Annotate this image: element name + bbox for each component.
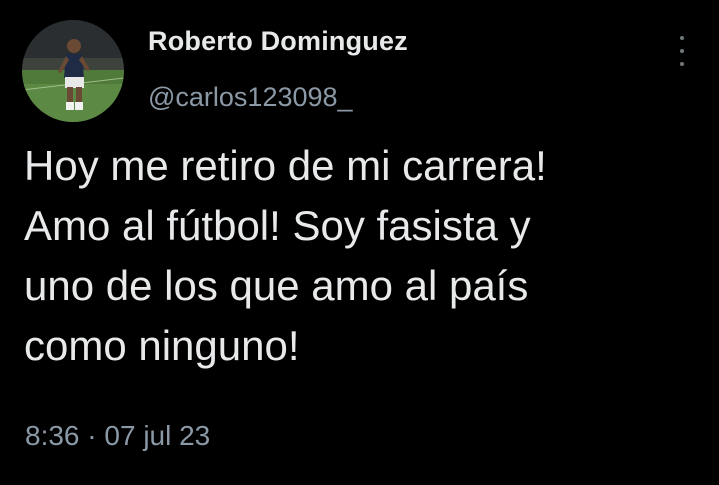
more-dot <box>680 62 684 66</box>
user-handle[interactable]: @carlos123098_ <box>148 82 353 113</box>
tweet-time: 8:36 <box>25 420 80 451</box>
tweet-text: Hoy me retiro de mi carrera! Amo al fútb… <box>24 136 704 376</box>
tweet-card[interactable]: Roberto Dominguez @carlos123098_ Hoy me … <box>0 0 719 485</box>
more-dot <box>680 36 684 40</box>
more-dot <box>680 49 684 53</box>
avatar-photo <box>22 20 124 122</box>
tweet-text-line: uno de los que amo al país <box>24 262 529 309</box>
tweet-text-line: como ninguno! <box>24 322 300 369</box>
meta-separator: · <box>87 420 97 451</box>
tweet-date: 07 jul 23 <box>104 420 211 451</box>
display-name[interactable]: Roberto Dominguez <box>148 26 408 57</box>
more-options-icon[interactable] <box>672 36 692 66</box>
tweet-timestamp[interactable]: 8:36 · 07 jul 23 <box>25 420 210 452</box>
tweet-text-line: Amo al fútbol! Soy fasista y <box>24 202 531 249</box>
tweet-text-line: Hoy me retiro de mi carrera! <box>24 142 547 189</box>
avatar[interactable] <box>22 20 124 122</box>
